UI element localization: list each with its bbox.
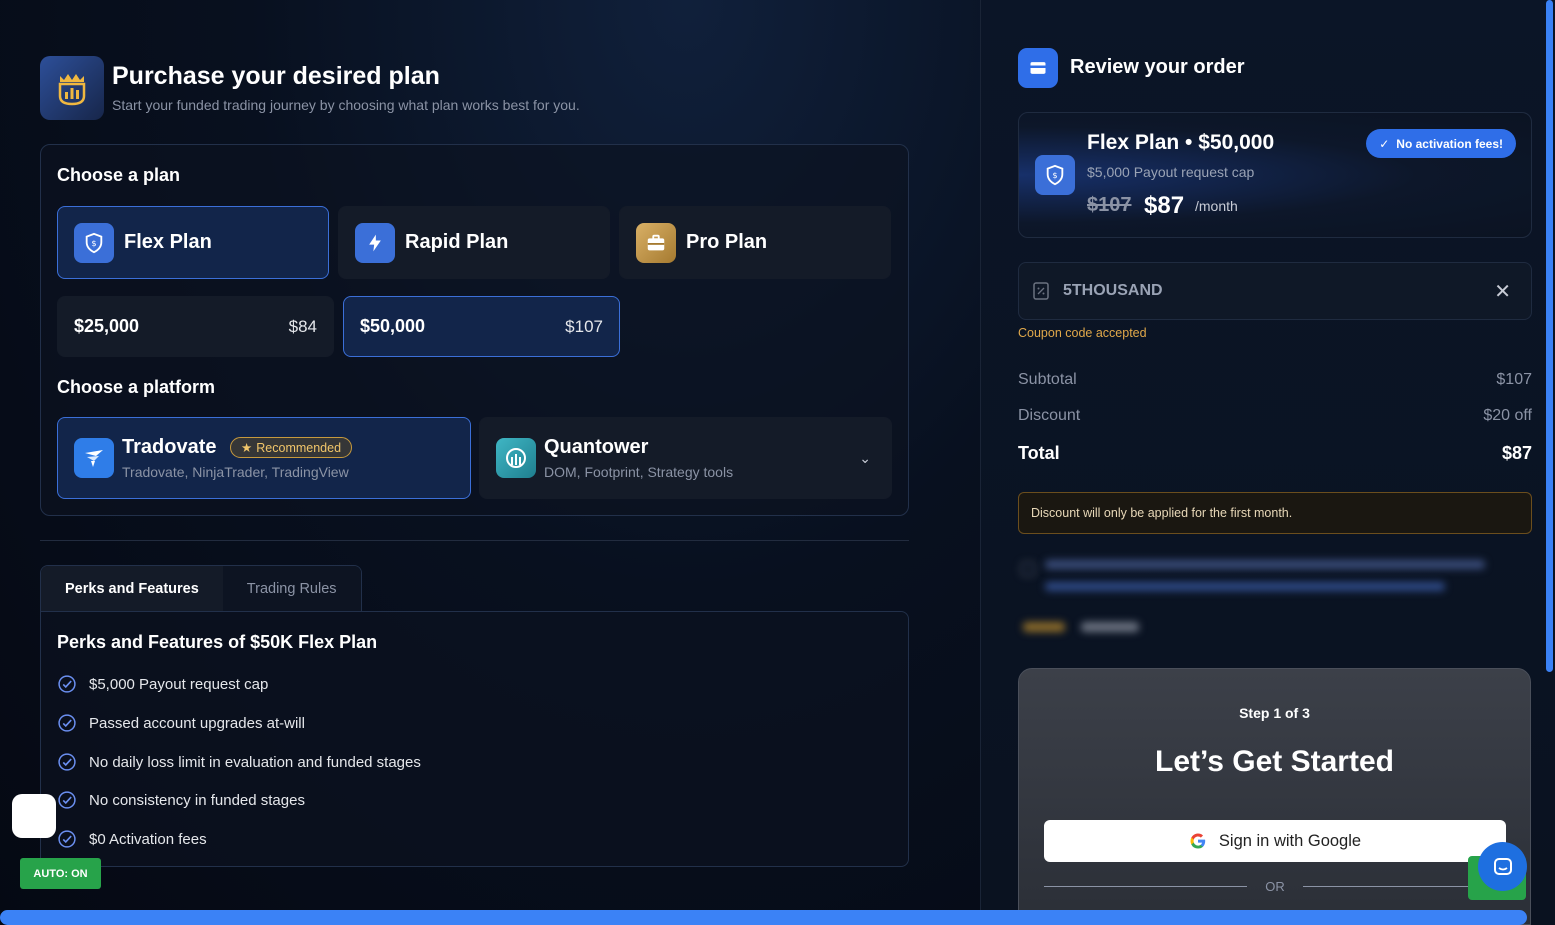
check-circle-icon: [58, 675, 76, 693]
check-circle-icon: [58, 791, 76, 809]
check-icon: ✓: [1379, 136, 1390, 151]
step-label: Step 1 of 3: [1239, 705, 1310, 721]
lightning-icon: [355, 222, 395, 263]
google-signin-label: Sign in with Google: [1218, 831, 1362, 850]
discount-row: Discount $20 off: [1018, 407, 1532, 424]
order-plan-name: Flex Plan • $50,000: [1087, 131, 1275, 154]
old-price: $107: [1087, 194, 1132, 216]
signin-card: Step 1 of 3 Let’s Get Started Sign in wi…: [1018, 668, 1531, 925]
platform-name: Tradovate: [122, 436, 217, 458]
logo-icon: [40, 56, 104, 120]
coupon-field[interactable]: 5THOUSAND ✕: [1018, 262, 1532, 320]
svg-text:$: $: [91, 238, 96, 248]
payment-tab-blurred: [1023, 622, 1065, 632]
close-icon[interactable]: ✕: [1494, 279, 1511, 304]
total-row: Total $87: [1018, 443, 1532, 463]
shield-dollar-icon: $: [1035, 155, 1075, 195]
plan-card: Choose a plan $ Flex Plan Rapid Plan Pro…: [40, 144, 909, 516]
plan-option-pro[interactable]: Pro Plan: [619, 206, 891, 279]
size-price: $84: [288, 316, 317, 336]
plan-option-flex[interactable]: $ Flex Plan: [57, 206, 329, 279]
tab-trading-rules[interactable]: Trading Rules: [222, 566, 361, 611]
google-signin-button[interactable]: Sign in with Google: [1044, 820, 1506, 862]
floating-widget-button[interactable]: [12, 794, 56, 838]
quantower-icon: [496, 438, 536, 478]
choose-platform-heading: Choose a platform: [57, 377, 216, 397]
no-activation-badge: ✓ No activation fees!: [1366, 129, 1516, 158]
review-title: Review your order: [1070, 56, 1245, 78]
horizontal-scrollbar[interactable]: [0, 910, 1527, 925]
perks-title: Perks and Features of $50K Flex Plan: [57, 632, 378, 652]
list-item: Passed account upgrades at-will: [57, 713, 305, 733]
svg-text:$: $: [1052, 170, 1057, 180]
terms-checkbox[interactable]: [1021, 562, 1035, 576]
size-amount: $50,000: [360, 316, 426, 336]
coupon-status: Coupon code accepted: [1018, 326, 1147, 340]
plan-label: Flex Plan: [124, 231, 212, 253]
terms-text-blurred: [1045, 582, 1445, 591]
chat-icon[interactable]: [1478, 842, 1527, 891]
plan-option-rapid[interactable]: Rapid Plan: [338, 206, 610, 279]
briefcase-icon: [636, 222, 676, 263]
account-size-50k[interactable]: $50,000 $107: [343, 296, 620, 357]
discount-notice: Discount will only be applied for the fi…: [1018, 492, 1532, 534]
check-circle-icon: [58, 830, 76, 848]
coupon-code: 5THOUSAND: [1063, 282, 1163, 299]
terms-text-blurred: [1045, 560, 1485, 569]
order-summary-card: $ Flex Plan • $50,000 $5,000 Payout requ…: [1018, 112, 1532, 238]
account-size-25k[interactable]: $25,000 $84: [57, 296, 334, 357]
star-icon: ★: [241, 441, 253, 456]
list-item: $5,000 Payout request cap: [57, 674, 268, 694]
list-item: No daily loss limit in evaluation and fu…: [57, 752, 421, 772]
platform-option-quantower[interactable]: Quantower DOM, Footprint, Strategy tools…: [479, 417, 892, 499]
scrollbar[interactable]: [1546, 0, 1553, 672]
auto-on-badge[interactable]: AUTO: ON: [20, 858, 101, 889]
coupon-icon: [1033, 282, 1049, 300]
or-divider: OR: [1044, 879, 1506, 894]
size-amount: $25,000: [74, 316, 140, 336]
recommended-badge: ★ Recommended: [230, 437, 353, 459]
plan-label: Rapid Plan: [405, 231, 509, 253]
platform-subtitle: Tradovate, NinjaTrader, TradingView: [122, 464, 349, 480]
list-item: No consistency in funded stages: [57, 790, 305, 810]
perks-panel: Perks and Features of $50K Flex Plan $5,…: [40, 611, 909, 867]
shield-dollar-icon: $: [74, 222, 114, 263]
subtotal-row: Subtotal $107: [1018, 371, 1532, 388]
order-review-panel: Review your order $ Flex Plan • $50,000 …: [980, 0, 1555, 925]
chevron-down-icon[interactable]: ⌄: [859, 450, 871, 467]
plan-selection-panel: Purchase your desired plan Start your fu…: [0, 0, 980, 925]
page-title: Purchase your desired plan: [112, 62, 440, 90]
card-icon: [1018, 48, 1058, 88]
platform-option-tradovate[interactable]: Tradovate ★ Recommended Tradovate, NinjaT…: [57, 417, 471, 499]
tradovate-icon: [74, 438, 114, 478]
info-tabs: Perks and Features Trading Rules: [40, 565, 362, 611]
signin-title: Let’s Get Started: [1155, 745, 1394, 778]
google-icon: [1190, 833, 1206, 849]
divider: [40, 540, 909, 541]
size-price: $107: [565, 316, 603, 336]
list-item: $0 Activation fees: [57, 829, 207, 849]
plan-label: Pro Plan: [686, 231, 768, 253]
check-circle-icon: [58, 714, 76, 732]
platform-name: Quantower: [544, 436, 649, 458]
choose-plan-heading: Choose a plan: [57, 165, 181, 185]
platform-subtitle: DOM, Footprint, Strategy tools: [544, 464, 734, 480]
payment-tab-blurred: [1081, 622, 1139, 632]
price-period: /month: [1195, 198, 1238, 214]
check-circle-icon: [58, 753, 76, 771]
tab-perks-and-features[interactable]: Perks and Features: [41, 566, 223, 611]
order-plan-cap: $5,000 Payout request cap: [1087, 164, 1255, 180]
new-price: $87: [1144, 192, 1185, 219]
page-subtitle: Start your funded trading journey by cho…: [112, 97, 580, 113]
